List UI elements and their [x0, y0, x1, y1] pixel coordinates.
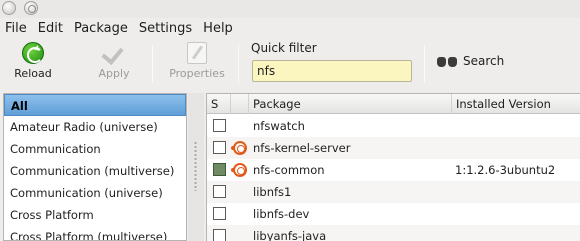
package-name: nfs-kernel-server	[253, 141, 351, 155]
reload-label: Reload	[14, 67, 52, 80]
toolbar-separator	[424, 45, 425, 83]
package-row[interactable]: nfs-common 1:1.2.6-3ubuntu2	[207, 159, 580, 181]
package-checkbox[interactable]	[213, 207, 226, 220]
package-checkbox[interactable]	[213, 141, 226, 154]
menu-file[interactable]: File	[0, 18, 33, 39]
menubar: File Edit Package Settings Help	[0, 18, 580, 39]
ubuntu-logo-icon	[231, 141, 247, 155]
package-row[interactable]: libnfs-dev	[207, 203, 580, 225]
package-row[interactable]: libnfs1	[207, 181, 580, 203]
package-checkbox[interactable]	[213, 229, 226, 241]
package-list-header: S Package Installed Version	[207, 94, 580, 114]
checkmark-icon	[103, 42, 125, 64]
package-row[interactable]: nfswatch	[207, 115, 580, 137]
ubuntu-logo-icon	[231, 163, 247, 177]
properties-label: Properties	[169, 67, 225, 80]
quick-filter-input[interactable]	[252, 60, 412, 82]
package-name: libnfs-dev	[253, 207, 310, 221]
search-button[interactable]: Search	[436, 47, 504, 75]
package-name: libnfs1	[253, 185, 292, 199]
section-item[interactable]: Cross Platform	[4, 204, 186, 226]
toolbar: Reload Apply Properties Quick filter Sea…	[0, 39, 580, 90]
menu-help[interactable]: Help	[198, 18, 239, 39]
window-sticky-button[interactable]	[24, 1, 38, 15]
package-list: S Package Installed Version nfswatch nfs…	[206, 93, 580, 241]
package-checkbox[interactable]	[213, 119, 226, 132]
reload-button[interactable]: Reload	[10, 39, 56, 89]
window-titlebar	[0, 0, 580, 18]
sections-list: All Amateur Radio (universe) Communicati…	[3, 93, 187, 241]
package-name: libyanfs-java	[253, 229, 327, 241]
package-name: nfswatch	[253, 119, 305, 133]
package-checkbox[interactable]	[213, 185, 226, 198]
window-menu-button[interactable]	[2, 1, 16, 15]
binoculars-icon	[436, 54, 458, 68]
section-item[interactable]: Communication (universe)	[4, 182, 186, 204]
properties-icon	[187, 42, 207, 64]
section-item[interactable]: Communication	[4, 138, 186, 160]
package-row[interactable]: nfs-kernel-server	[207, 137, 580, 159]
section-item-all[interactable]: All	[4, 94, 186, 116]
search-label: Search	[463, 54, 505, 68]
package-name: nfs-common	[253, 163, 325, 177]
section-item[interactable]: Amateur Radio (universe)	[4, 116, 186, 138]
pane-splitter-handle[interactable]	[188, 93, 204, 241]
toolbar-separator	[152, 45, 153, 83]
apply-label: Apply	[98, 67, 130, 80]
section-item[interactable]: Communication (multiverse)	[4, 160, 186, 182]
package-row[interactable]: libyanfs-java	[207, 225, 580, 241]
section-item[interactable]: Cross Platform (multiverse)	[4, 226, 186, 240]
apply-button[interactable]: Apply	[92, 39, 136, 89]
reload-icon	[22, 42, 44, 64]
column-header-support[interactable]	[231, 94, 249, 114]
menu-package[interactable]: Package	[69, 18, 134, 39]
menu-edit[interactable]: Edit	[33, 18, 69, 39]
column-header-installed-version[interactable]: Installed Version	[452, 94, 580, 114]
package-checkbox[interactable]	[213, 163, 226, 176]
column-header-status[interactable]: S	[207, 94, 231, 114]
toolbar-separator	[238, 45, 239, 83]
properties-button[interactable]: Properties	[160, 39, 234, 89]
package-installed-version: 1:1.2.6-3ubuntu2	[455, 163, 556, 177]
column-header-package[interactable]: Package	[249, 94, 452, 114]
quick-filter-label: Quick filter	[251, 41, 317, 55]
menu-settings[interactable]: Settings	[134, 18, 198, 39]
